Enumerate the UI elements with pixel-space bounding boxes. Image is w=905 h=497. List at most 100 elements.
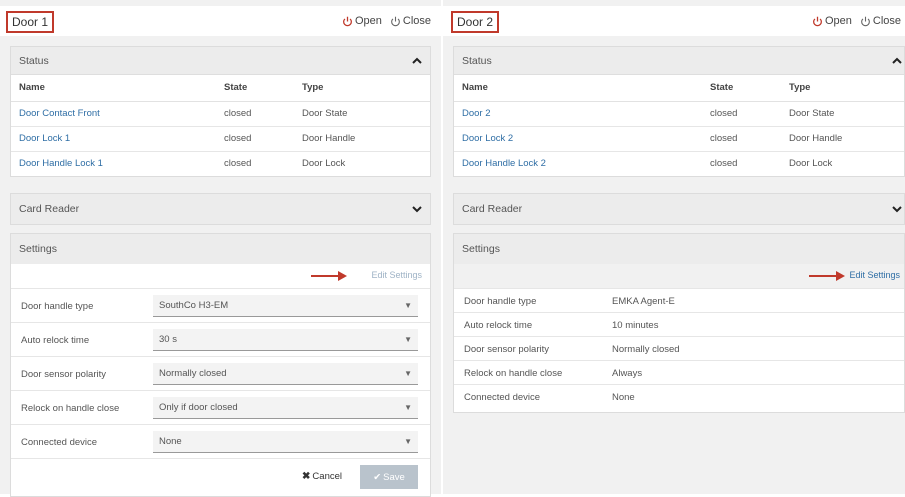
edit-settings-row: Edit Settings <box>454 264 904 288</box>
sensor-name-link[interactable]: Door Lock 2 <box>454 126 702 152</box>
setting-row: Door handle type SouthCo H3-EM ▼ <box>11 288 430 322</box>
sensor-type: Door State <box>781 101 904 127</box>
caret-down-icon: ▼ <box>404 369 412 378</box>
sensor-type: Door Lock <box>302 158 346 170</box>
door-1-card-reader-card: Card Reader <box>10 193 431 225</box>
open-label: Open <box>824 15 852 27</box>
setting-row: Connected device None <box>454 384 904 412</box>
caret-down-icon: ▼ <box>404 437 412 446</box>
door-1-header: Door 1 Open Close <box>0 6 441 36</box>
sensor-name-link[interactable]: Door Lock 1 <box>11 126 216 152</box>
open-label: Open <box>354 15 382 27</box>
chevron-down-icon[interactable] <box>892 204 902 214</box>
auto-relock-time-select[interactable]: 30 s ▼ <box>153 329 418 351</box>
sensor-name-link[interactable]: Door Contact Front <box>11 101 216 127</box>
save-button[interactable]: ✔ Save <box>360 465 418 489</box>
setting-row: Connected device None ▼ <box>11 424 430 458</box>
close-icon: ✖ <box>302 471 311 482</box>
setting-label: Connected device <box>464 392 541 403</box>
relock-on-handle-close-select[interactable]: Only if door closed ▼ <box>153 397 418 419</box>
caret-down-icon: ▼ <box>404 335 412 344</box>
table-row: Door 2 closed Door State <box>454 101 904 127</box>
door-1-title: Door 1 <box>6 11 55 33</box>
caret-down-icon: ▼ <box>404 403 412 412</box>
setting-value: Always <box>612 368 643 379</box>
table-row: Door Handle Lock 1 closed Door Lock <box>11 151 430 176</box>
connected-device-select[interactable]: None ▼ <box>153 431 418 453</box>
setting-row: Door handle type EMKA Agent-E <box>454 288 904 312</box>
sensor-name-link[interactable]: Door 2 <box>454 101 702 127</box>
door-2-status-table: Name State Type Door 2 closed Door State… <box>454 75 904 176</box>
table-header-row: Name State Type <box>454 75 904 102</box>
setting-label: Door sensor polarity <box>21 369 107 380</box>
sensor-type: Door State <box>294 101 430 127</box>
chevron-up-icon[interactable] <box>892 56 902 66</box>
cancel-button[interactable]: ✖ Cancel <box>302 471 342 482</box>
table-row: Door Lock 2 closed Door Handle <box>454 126 904 152</box>
card-reader-title: Card Reader <box>462 203 523 215</box>
setting-value: Normally closed <box>612 344 680 355</box>
sensor-type: Door Handle <box>294 126 430 152</box>
door-2-settings-body: Edit Settings Door handle type EMKA Agen… <box>454 264 904 412</box>
door-2-close-button[interactable]: Close <box>860 15 901 27</box>
sensor-state: closed <box>702 101 781 127</box>
red-arrow-icon <box>310 270 348 282</box>
power-icon <box>860 16 871 27</box>
setting-label: Relock on handle close <box>464 368 563 379</box>
setting-row: Relock on handle close Only if door clos… <box>11 390 430 424</box>
sensor-type: Door Handle <box>781 126 904 152</box>
col-name: Name <box>454 75 702 102</box>
door-2-status-header[interactable]: Status <box>454 47 904 75</box>
door-2-settings-header: Settings <box>454 234 904 264</box>
setting-label: Door sensor polarity <box>464 344 550 355</box>
setting-label: Door handle type <box>464 296 537 307</box>
close-label: Close <box>402 15 431 27</box>
setting-label: Door handle type <box>21 301 94 312</box>
card-reader-title: Card Reader <box>19 203 80 215</box>
settings-buttons-row: ✖ Cancel ✔ Save <box>11 458 430 496</box>
door-2-settings-card: Settings Edit Settings Door handle type … <box>453 233 905 413</box>
setting-value: 10 minutes <box>612 320 659 331</box>
status-title: Status <box>462 55 492 67</box>
chevron-up-icon[interactable] <box>412 56 422 66</box>
sensor-name-link[interactable]: Door Handle Lock 2 <box>454 151 702 176</box>
door-2-panel: Door 2 Open Close Status Name State Type <box>443 0 905 494</box>
table-row: Door Lock 1 closed Door Handle <box>11 126 430 152</box>
edit-settings-link[interactable]: Edit Settings <box>371 270 422 280</box>
door-1-settings-header: Settings <box>11 234 430 264</box>
sensor-state: closed <box>710 158 738 170</box>
red-arrow-icon <box>808 270 846 282</box>
door-sensor-polarity-select[interactable]: Normally closed ▼ <box>153 363 418 385</box>
chevron-down-icon[interactable] <box>412 204 422 214</box>
select-value: 30 s <box>159 334 177 345</box>
col-state: State <box>216 75 294 102</box>
setting-label: Connected device <box>21 437 98 448</box>
check-icon: ✔ <box>373 471 382 483</box>
door-2-open-button[interactable]: Open <box>812 15 852 27</box>
power-icon <box>342 16 353 27</box>
door-1-status-header[interactable]: Status <box>11 47 430 75</box>
edit-settings-row: Edit Settings <box>11 264 430 288</box>
setting-label: Auto relock time <box>21 335 90 346</box>
cancel-label: Cancel <box>312 471 342 482</box>
col-name: Name <box>11 75 216 102</box>
setting-label: Auto relock time <box>464 320 533 331</box>
door-2-card-reader-header[interactable]: Card Reader <box>454 194 904 224</box>
settings-title: Settings <box>19 243 57 255</box>
door-1-status-table: Name State Type Door Contact Front close… <box>11 75 430 176</box>
setting-row: Door sensor polarity Normally closed ▼ <box>11 356 430 390</box>
select-value: Only if door closed <box>159 402 238 413</box>
table-row: Door Contact Front closed Door State <box>11 101 430 127</box>
power-icon <box>812 16 823 27</box>
select-value: None <box>159 436 182 447</box>
door-1-status-card: Status Name State Type Door Contact Fron… <box>10 46 431 177</box>
door-handle-type-select[interactable]: SouthCo H3-EM ▼ <box>153 295 418 317</box>
door-1-card-reader-header[interactable]: Card Reader <box>11 194 430 224</box>
door-1-close-button[interactable]: Close <box>390 15 431 27</box>
status-title: Status <box>19 55 49 67</box>
door-1-open-button[interactable]: Open <box>342 15 382 27</box>
edit-settings-link[interactable]: Edit Settings <box>849 270 900 280</box>
door-2-actions: Open Close <box>812 15 901 27</box>
setting-value: None <box>612 392 635 403</box>
sensor-name-link[interactable]: Door Handle Lock 1 <box>11 151 216 176</box>
